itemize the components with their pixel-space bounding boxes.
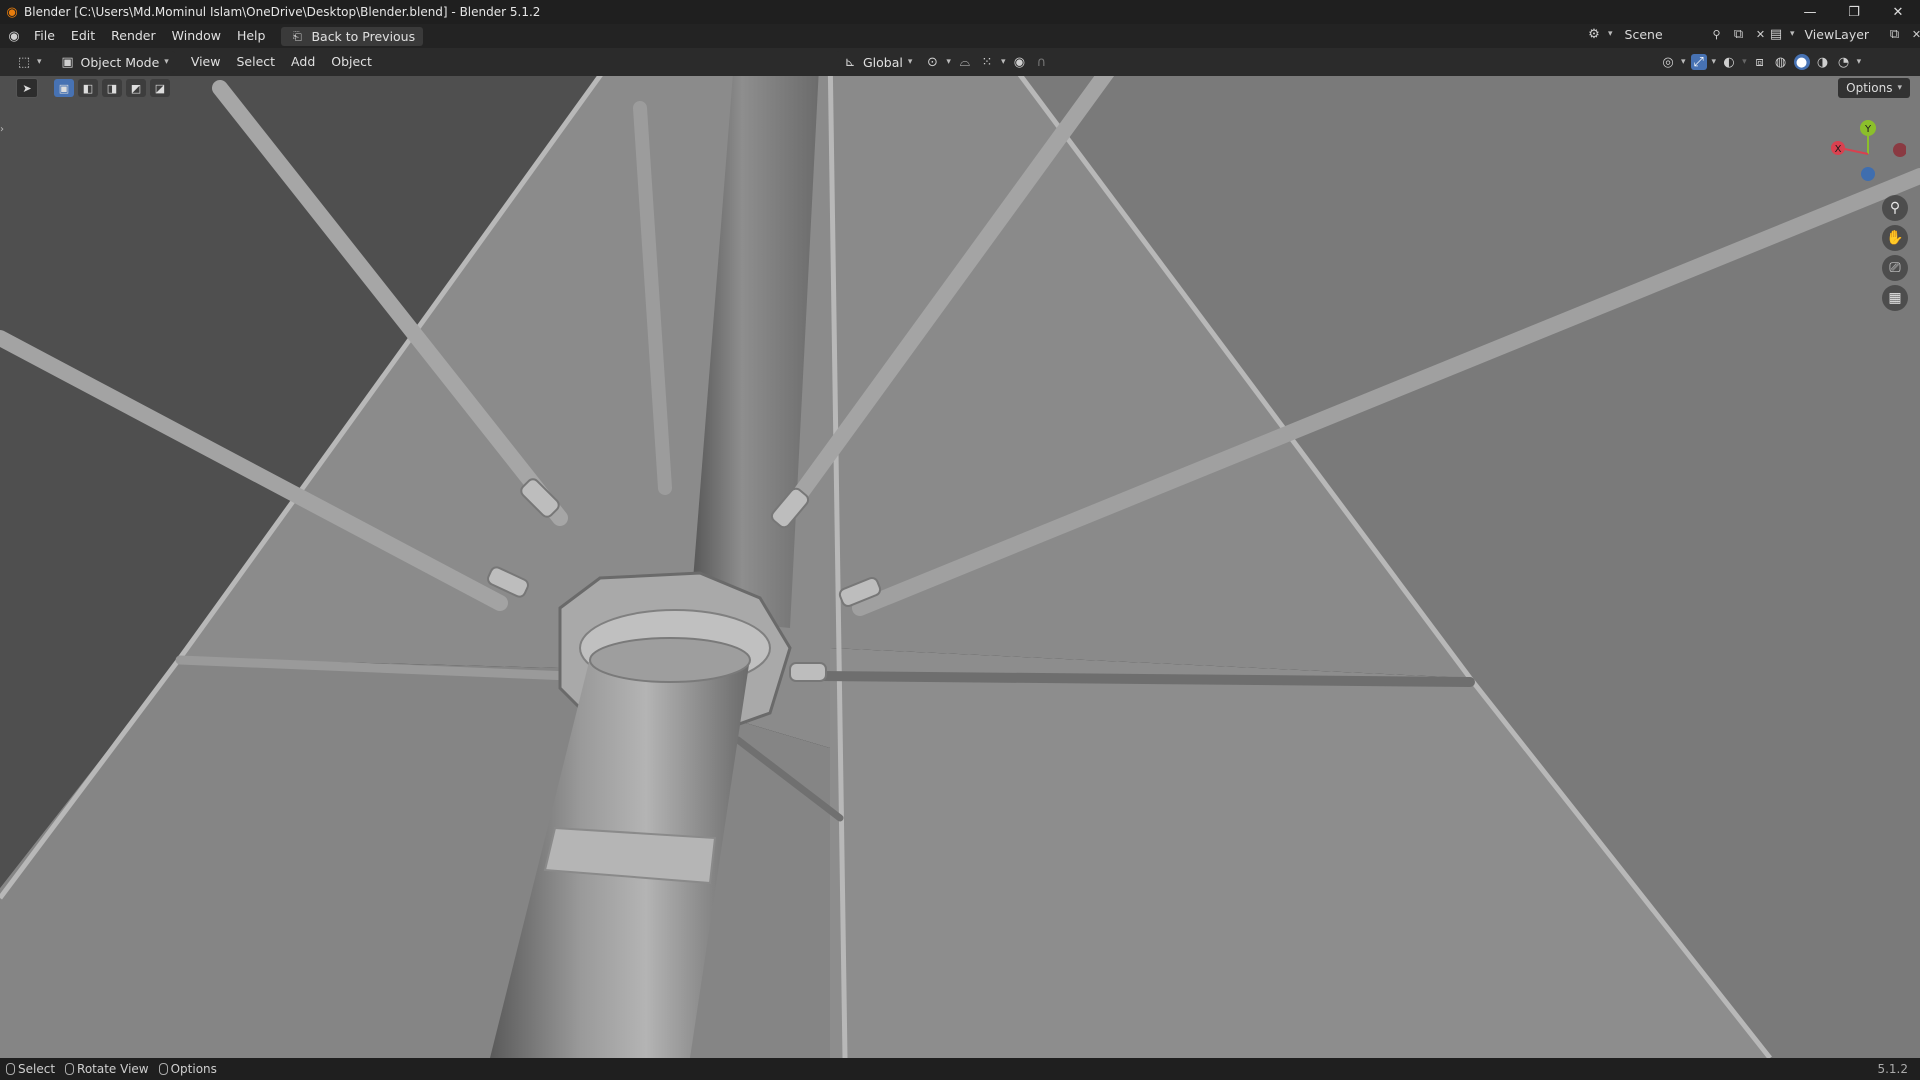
viewport-options-button[interactable]: Options ▾ <box>1838 78 1910 98</box>
menu-select[interactable]: Select <box>228 48 283 76</box>
snap-target-icon[interactable]: ⁙ <box>979 54 995 70</box>
title-bar: ◉ Blender [C:\Users\Md.Mominul Islam\One… <box>0 0 1920 24</box>
top-menu-bar: ◉ File Edit Render Window Help ⎗ Back to… <box>0 24 1920 48</box>
scene-name[interactable]: Scene <box>1619 27 1703 42</box>
mouse-middle-icon <box>65 1063 75 1075</box>
blender-menu-icon[interactable]: ◉ <box>6 28 22 44</box>
select-intersect-icon[interactable]: ◪ <box>150 79 170 97</box>
scene-icon[interactable]: ⚙ <box>1586 26 1602 42</box>
delete-view-layer-icon[interactable]: ✕ <box>1909 26 1920 42</box>
pin-icon[interactable]: ⚲ <box>1709 26 1725 42</box>
scene-caret-icon[interactable]: ▾ <box>1608 29 1613 39</box>
pivot-caret-icon[interactable]: ▾ <box>946 57 951 67</box>
camera-view-button[interactable]: ⎚ <box>1882 255 1908 281</box>
back-icon: ⎗ <box>293 29 302 43</box>
back-to-previous-label: Back to Previous <box>311 28 416 44</box>
menu-file[interactable]: File <box>26 24 63 48</box>
menu-edit[interactable]: Edit <box>63 24 103 48</box>
close-button[interactable]: ✕ <box>1876 0 1920 24</box>
mode-caret-icon: ▾ <box>164 57 169 67</box>
select-subtract-icon[interactable]: ◨ <box>102 79 122 97</box>
overlay-toggle-icon[interactable]: ◐ <box>1721 54 1737 70</box>
status-bar: Select Rotate View Options 5.1.2 <box>0 1058 1920 1080</box>
options-caret-icon: ▾ <box>1897 83 1902 93</box>
snap-toggle-icon[interactable]: ⌓ <box>957 54 973 70</box>
blender-logo-icon: ◉ <box>6 4 18 20</box>
menu-window[interactable]: Window <box>164 24 229 48</box>
options-label: Options <box>1846 81 1893 95</box>
status-hint-rotate: Rotate View <box>65 1062 149 1076</box>
orientation-icon: ⊾ <box>844 54 856 70</box>
menu-object[interactable]: Object <box>323 48 380 76</box>
view-layer-icon[interactable]: ▤ <box>1768 26 1784 42</box>
status-hint-options-label: Options <box>170 1062 217 1076</box>
pan-button[interactable]: ✋ <box>1882 225 1908 251</box>
new-scene-icon[interactable]: ⧉ <box>1731 26 1747 42</box>
menu-add[interactable]: Add <box>283 48 323 76</box>
orientation-caret-icon: ▾ <box>907 57 913 67</box>
shading-caret-icon[interactable]: ▾ <box>1857 57 1862 67</box>
status-hint-options: Options <box>158 1062 217 1076</box>
gizmo-toggle-icon[interactable]: ⤢ <box>1690 54 1707 70</box>
zoom-button[interactable]: ⚲ <box>1882 195 1908 221</box>
xray-toggle-icon[interactable]: ⧈ <box>1752 54 1768 70</box>
mode-label: Object Mode <box>80 54 160 70</box>
ortho-toggle-button[interactable]: ▦ <box>1882 285 1908 311</box>
visibility-icon[interactable]: ◎ <box>1660 54 1676 70</box>
select-tool-icon[interactable]: ➤ <box>16 78 38 98</box>
menu-view[interactable]: View <box>183 48 229 76</box>
gizmo-y-label: Y <box>1864 124 1872 135</box>
wireframe-shading-icon[interactable]: ◍ <box>1773 54 1789 70</box>
version-label: 5.1.2 <box>1877 1062 1908 1076</box>
zoom-icon: ⚲ <box>1889 200 1901 216</box>
status-hint-select: Select <box>6 1062 55 1076</box>
view3d-icon: ⬚ <box>17 54 31 70</box>
solid-shading-icon[interactable]: ● <box>1793 54 1810 70</box>
gizmo-x-label: X <box>1835 144 1842 155</box>
axis-gizmo[interactable]: Y X <box>1826 118 1906 188</box>
hand-icon: ✋ <box>1886 230 1904 246</box>
pivot-point-icon[interactable]: ⊙ <box>924 54 940 70</box>
menu-help[interactable]: Help <box>229 24 274 48</box>
maximize-button[interactable]: ❐ <box>1832 0 1876 24</box>
mouse-left-icon <box>6 1063 15 1075</box>
editor-type-selector[interactable]: ⬚ ▾ <box>10 51 48 73</box>
select-new-icon[interactable]: ▣ <box>54 79 74 97</box>
gizmo-caret-icon[interactable]: ▾ <box>1712 57 1717 67</box>
snap-caret-icon[interactable]: ▾ <box>1001 57 1006 67</box>
menu-render[interactable]: Render <box>103 24 164 48</box>
select-extend-icon[interactable]: ◧ <box>78 79 98 97</box>
tool-settings-row: ➤ ▣ ◧ ◨ ◩ ◪ <box>16 78 170 98</box>
view-layer-caret-icon[interactable]: ▾ <box>1790 29 1795 39</box>
select-invert-icon[interactable]: ◩ <box>126 79 146 97</box>
mouse-right-icon <box>158 1063 168 1075</box>
mode-selector[interactable]: ▣ Object Mode ▾ <box>53 51 175 73</box>
3d-viewport[interactable]: › Y X ⚲ ✋ ⎚ ▦ <box>0 76 1920 1058</box>
view-layer-name[interactable]: ViewLayer <box>1801 27 1881 42</box>
rendered-shading-icon[interactable]: ◔ <box>1836 54 1852 70</box>
overlay-caret-icon[interactable]: ▾ <box>1742 57 1747 67</box>
viewport-scene <box>0 76 1920 1058</box>
minimize-button[interactable]: — <box>1788 0 1832 24</box>
window-title: Blender [C:\Users\Md.Mominul Islam\OneDr… <box>24 5 541 19</box>
falloff-icon[interactable]: ∩ <box>1033 54 1049 70</box>
back-to-previous-button[interactable]: ⎗ Back to Previous <box>281 26 424 46</box>
material-shading-icon[interactable]: ◑ <box>1815 54 1831 70</box>
grid-icon: ▦ <box>1888 290 1902 306</box>
status-hint-select-label: Select <box>18 1062 56 1076</box>
editor-type-caret-icon: ▾ <box>37 57 42 67</box>
toolbar-expand-icon[interactable]: › <box>0 124 8 140</box>
delete-scene-icon[interactable]: ✕ <box>1753 26 1769 42</box>
new-view-layer-icon[interactable]: ⧉ <box>1887 26 1903 42</box>
camera-icon: ⎚ <box>1889 260 1901 276</box>
transform-orientation-selector[interactable]: ⊾ Global ▾ <box>836 51 919 73</box>
object-mode-icon: ▣ <box>61 54 74 70</box>
transform-orientation-label: Global <box>863 54 903 70</box>
status-hint-rotate-label: Rotate View <box>77 1062 149 1076</box>
viewport-header: ⬚ ▾ ▣ Object Mode ▾ View Select Add Obje… <box>0 48 1920 76</box>
visibility-caret-icon[interactable]: ▾ <box>1681 57 1686 67</box>
proportional-edit-icon[interactable]: ◉ <box>1011 54 1027 70</box>
